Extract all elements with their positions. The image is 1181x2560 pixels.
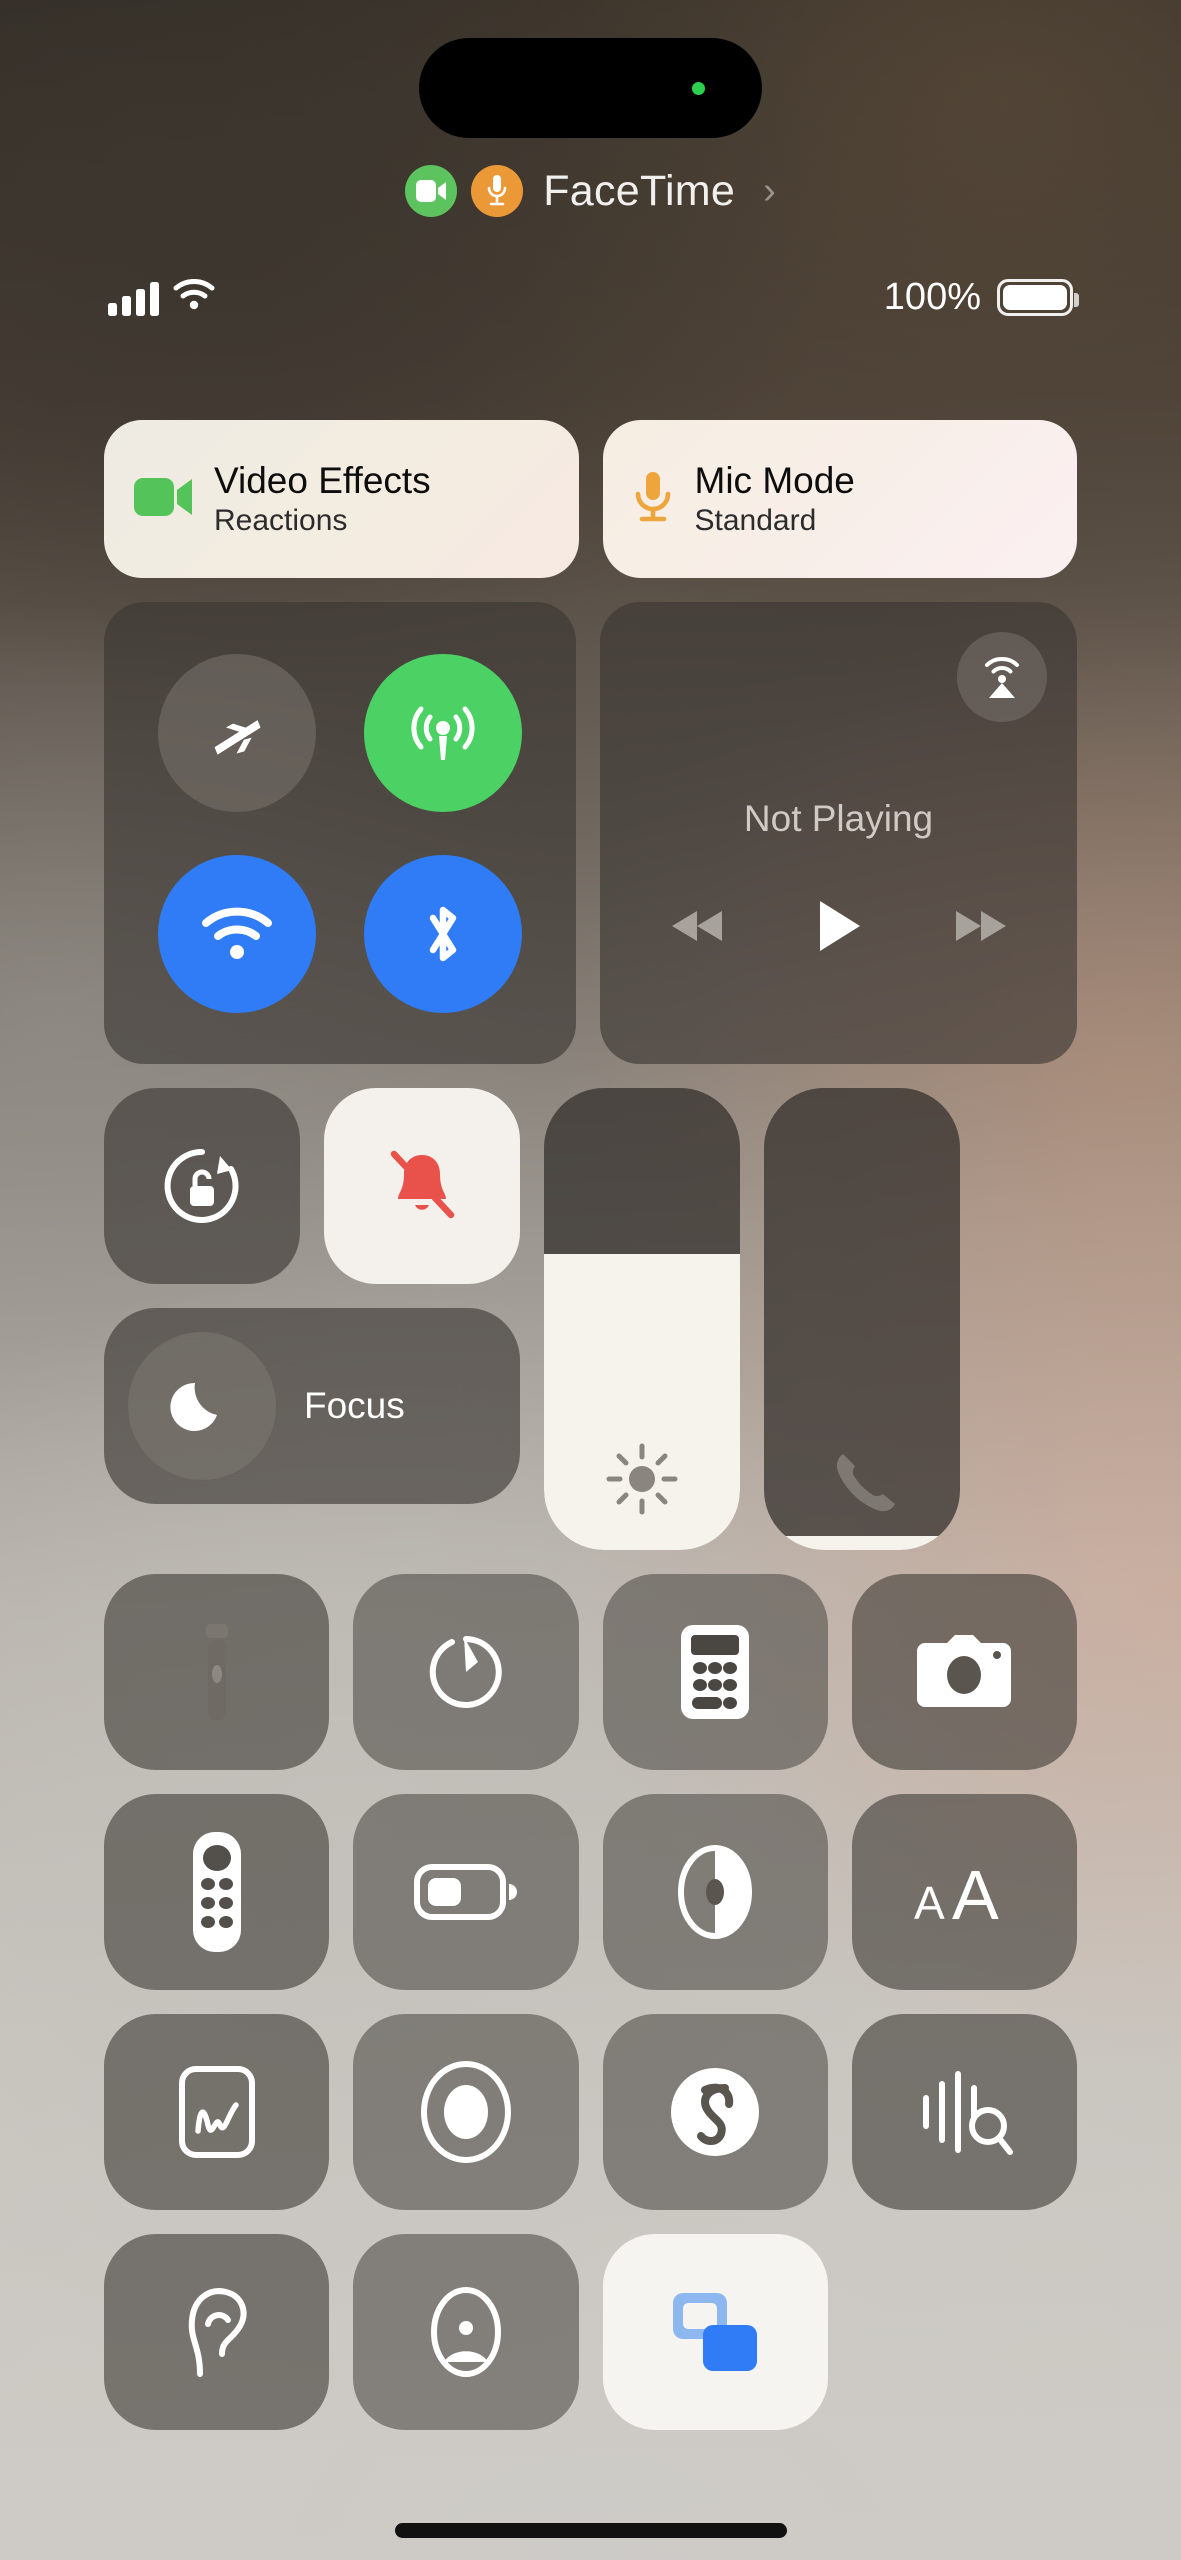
svg-text:A: A bbox=[914, 1877, 945, 1927]
home-indicator[interactable] bbox=[394, 2523, 787, 2538]
battery-low-icon bbox=[413, 1864, 517, 1920]
video-camera-icon bbox=[134, 476, 192, 523]
low-power-mode-button[interactable] bbox=[353, 1794, 579, 1990]
focus-label: Focus bbox=[304, 1385, 405, 1426]
wifi-icon bbox=[202, 907, 272, 959]
connectivity-media-row: Not Playing bbox=[104, 602, 1077, 1064]
microphone-icon bbox=[471, 165, 524, 217]
phone-handset-icon bbox=[764, 1442, 960, 1516]
svg-text:A: A bbox=[952, 1857, 999, 1927]
accessibility-shortcut-button[interactable] bbox=[602, 2234, 828, 2430]
calculator-button[interactable] bbox=[602, 1574, 828, 1770]
bell-slash-icon bbox=[390, 1150, 455, 1219]
rotation-lock-button[interactable] bbox=[104, 1088, 300, 1284]
quick-note-icon bbox=[178, 2066, 255, 2158]
bluetooth-button[interactable] bbox=[364, 854, 522, 1013]
shazam-icon bbox=[671, 2068, 760, 2156]
focus-button[interactable]: Focus bbox=[104, 1308, 520, 1504]
volume-fill bbox=[764, 1536, 960, 1550]
shazam-button[interactable] bbox=[602, 2014, 828, 2210]
accessibility-blue-icon bbox=[673, 2293, 758, 2371]
media-player-module[interactable]: Not Playing bbox=[600, 602, 1077, 1064]
flashlight-icon bbox=[205, 1624, 228, 1720]
mic-mode-subtitle: Standard bbox=[694, 504, 817, 537]
camera-button[interactable] bbox=[851, 1574, 1077, 1770]
moon-icon bbox=[128, 1332, 276, 1480]
microphone-icon bbox=[633, 470, 673, 529]
timer-button[interactable] bbox=[353, 1574, 579, 1770]
connectivity-module[interactable] bbox=[104, 602, 576, 1064]
quick-note-button[interactable] bbox=[104, 2014, 330, 2210]
tv-remote-icon bbox=[192, 1832, 241, 1952]
battery-full-icon bbox=[997, 279, 1079, 316]
mic-mode-title: Mic Mode bbox=[694, 460, 855, 501]
dynamic-island[interactable] bbox=[419, 38, 762, 138]
brightness-slider[interactable] bbox=[544, 1088, 740, 1550]
status-bar: 100% bbox=[0, 276, 1181, 319]
battery-percentage-label: 100% bbox=[883, 276, 981, 318]
screen-record-icon bbox=[420, 2061, 511, 2163]
play-icon bbox=[819, 901, 860, 951]
dark-mode-button[interactable] bbox=[602, 1794, 828, 1990]
cellular-antenna-icon bbox=[411, 706, 475, 760]
text-size-icon: A A bbox=[914, 1857, 999, 1927]
airplay-button[interactable] bbox=[957, 632, 1047, 722]
calculator-icon bbox=[681, 1625, 750, 1719]
facetime-controls-row: Video Effects Reactions Mic Mode Standar… bbox=[104, 420, 1077, 578]
app-shortcuts-row-2: A A bbox=[104, 1794, 1077, 1990]
status-bar-left bbox=[108, 279, 215, 316]
now-playing-status: Not Playing bbox=[743, 798, 934, 839]
cellular-data-button[interactable] bbox=[364, 653, 522, 812]
facetime-status-banner[interactable]: FaceTime › bbox=[0, 165, 1181, 217]
cellular-signal-bars-icon bbox=[108, 282, 159, 316]
person-icon bbox=[430, 2287, 501, 2377]
bluetooth-icon bbox=[429, 906, 457, 961]
text-size-button[interactable]: A A bbox=[851, 1794, 1077, 1990]
app-shortcuts-row-4-partial bbox=[104, 2234, 1077, 2430]
ear-icon bbox=[188, 2288, 247, 2377]
flashlight-button[interactable] bbox=[104, 1574, 330, 1770]
silent-mode-button[interactable] bbox=[324, 1088, 520, 1284]
mic-mode-tile[interactable]: Mic Mode Standard bbox=[602, 420, 1077, 578]
timer-icon bbox=[429, 1636, 502, 1708]
brightness-sun-icon bbox=[544, 1442, 740, 1516]
media-transport-controls bbox=[600, 898, 1077, 959]
facetime-app-label: FaceTime bbox=[543, 166, 736, 215]
rotation-lock-icon bbox=[164, 1148, 239, 1223]
airplay-audio-icon bbox=[985, 656, 1019, 698]
chevron-right-icon[interactable]: › bbox=[763, 170, 776, 213]
volume-slider[interactable] bbox=[764, 1088, 960, 1550]
airplane-icon bbox=[214, 719, 261, 755]
airplane-mode-button[interactable] bbox=[158, 653, 316, 812]
apple-tv-remote-button[interactable] bbox=[104, 1794, 330, 1990]
camera-icon bbox=[917, 1635, 1012, 1707]
control-center-screen: FaceTime › 100% Video Effects Reactions … bbox=[0, 0, 1181, 2560]
sound-recognition-icon bbox=[923, 2071, 1014, 2155]
video-camera-icon bbox=[405, 165, 458, 217]
play-button[interactable] bbox=[816, 898, 862, 959]
fast-forward-button[interactable] bbox=[950, 906, 1008, 951]
sound-recognition-button[interactable] bbox=[851, 2014, 1077, 2210]
app-shortcuts-row-1 bbox=[104, 1574, 1077, 1770]
toggles-sliders-row: Focus bbox=[104, 1088, 1077, 1550]
camera-active-indicator-icon bbox=[692, 82, 705, 95]
wifi-button[interactable] bbox=[158, 854, 316, 1013]
wifi-icon bbox=[173, 279, 215, 316]
app-shortcuts-row-3 bbox=[104, 2014, 1077, 2210]
guided-access-button[interactable] bbox=[353, 2234, 579, 2430]
status-bar-right: 100% bbox=[883, 276, 1079, 319]
rewind-button[interactable] bbox=[670, 906, 728, 951]
control-center-grid: Video Effects Reactions Mic Mode Standar… bbox=[0, 420, 1181, 2430]
screen-recording-button[interactable] bbox=[353, 2014, 579, 2210]
fast-forward-icon bbox=[955, 911, 1006, 941]
video-effects-tile[interactable]: Video Effects Reactions bbox=[104, 420, 579, 578]
rewind-icon bbox=[671, 911, 722, 941]
hearing-button[interactable] bbox=[104, 2234, 330, 2430]
video-effects-subtitle: Reactions bbox=[214, 504, 348, 537]
dark-mode-circle-icon bbox=[678, 1845, 753, 1939]
video-effects-title: Video Effects bbox=[214, 460, 431, 501]
